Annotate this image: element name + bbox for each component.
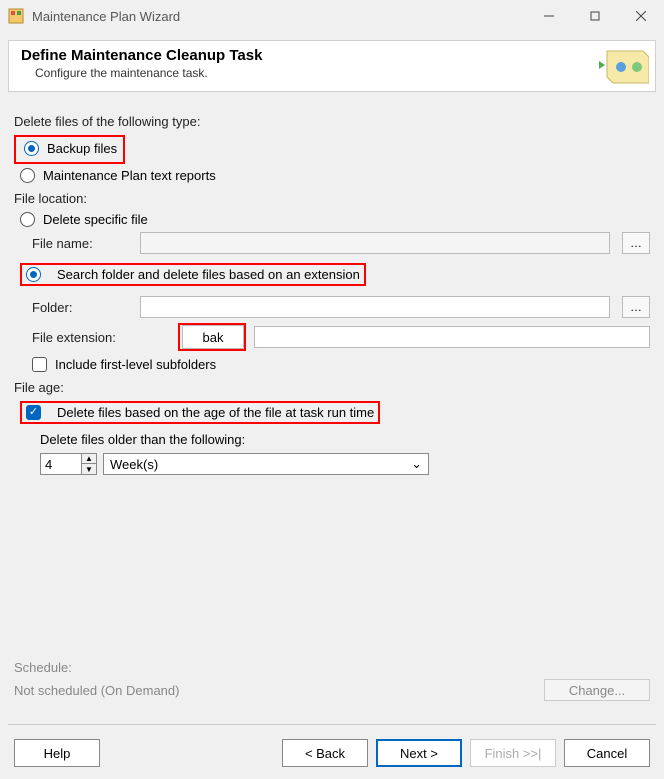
- radio-backup-files[interactable]: [24, 141, 39, 156]
- schedule-value: Not scheduled (On Demand): [14, 683, 179, 698]
- cancel-button[interactable]: Cancel: [564, 739, 650, 767]
- radio-text-reports-label: Maintenance Plan text reports: [43, 168, 216, 183]
- include-subfolders-checkbox[interactable]: [32, 357, 47, 372]
- folder-label: Folder:: [32, 300, 132, 315]
- spinner-up-icon[interactable]: ▲: [82, 454, 96, 464]
- footer-divider: [8, 724, 656, 725]
- page-subtitle: Configure the maintenance task.: [35, 66, 643, 80]
- page-title: Define Maintenance Cleanup Task: [21, 47, 643, 64]
- next-button[interactable]: Next >: [376, 739, 462, 767]
- age-number-input[interactable]: [40, 453, 82, 475]
- extension-trail-input[interactable]: [254, 326, 650, 348]
- extension-input[interactable]: bak: [182, 325, 244, 349]
- delete-by-age-checkbox[interactable]: [26, 405, 41, 420]
- minimize-button[interactable]: [526, 0, 572, 32]
- age-unit-value: Week(s): [110, 457, 158, 472]
- schedule-label: Schedule:: [14, 660, 650, 675]
- wizard-header: Define Maintenance Cleanup Task Configur…: [8, 40, 656, 92]
- file-name-browse-button[interactable]: …: [622, 232, 650, 254]
- extension-label: File extension:: [32, 330, 132, 345]
- file-name-label: File name:: [32, 236, 132, 251]
- include-subfolders-label: Include first-level subfolders: [55, 357, 216, 372]
- back-button[interactable]: < Back: [282, 739, 368, 767]
- chevron-down-icon: ⌄: [411, 456, 422, 472]
- folder-browse-button[interactable]: …: [622, 296, 650, 318]
- finish-button: Finish >>|: [470, 739, 556, 767]
- app-icon: [8, 8, 24, 24]
- window-title: Maintenance Plan Wizard: [32, 9, 526, 24]
- delete-by-age-label: Delete files based on the age of the fil…: [57, 405, 374, 420]
- older-than-label: Delete files older than the following:: [40, 432, 650, 447]
- file-name-input[interactable]: [140, 232, 610, 254]
- radio-search-folder-label: Search folder and delete files based on …: [57, 267, 360, 282]
- delete-type-label: Delete files of the following type:: [14, 114, 650, 129]
- radio-search-folder[interactable]: [26, 267, 41, 282]
- age-number-spinner[interactable]: ▲ ▼: [40, 453, 97, 475]
- radio-delete-specific-label: Delete specific file: [43, 212, 148, 227]
- change-schedule-button[interactable]: Change...: [544, 679, 650, 701]
- age-unit-dropdown[interactable]: Week(s) ⌄: [103, 453, 429, 475]
- spinner-down-icon[interactable]: ▼: [82, 464, 96, 474]
- radio-text-reports[interactable]: [20, 168, 35, 183]
- radio-delete-specific[interactable]: [20, 212, 35, 227]
- file-age-label: File age:: [14, 380, 650, 395]
- radio-backup-files-label: Backup files: [47, 141, 117, 156]
- maximize-button[interactable]: [572, 0, 618, 32]
- help-button[interactable]: Help: [14, 739, 100, 767]
- close-button[interactable]: [618, 0, 664, 32]
- folder-input[interactable]: [140, 296, 610, 318]
- header-decoration-icon: [597, 45, 649, 89]
- file-location-label: File location:: [14, 191, 650, 206]
- titlebar: Maintenance Plan Wizard: [0, 0, 664, 32]
